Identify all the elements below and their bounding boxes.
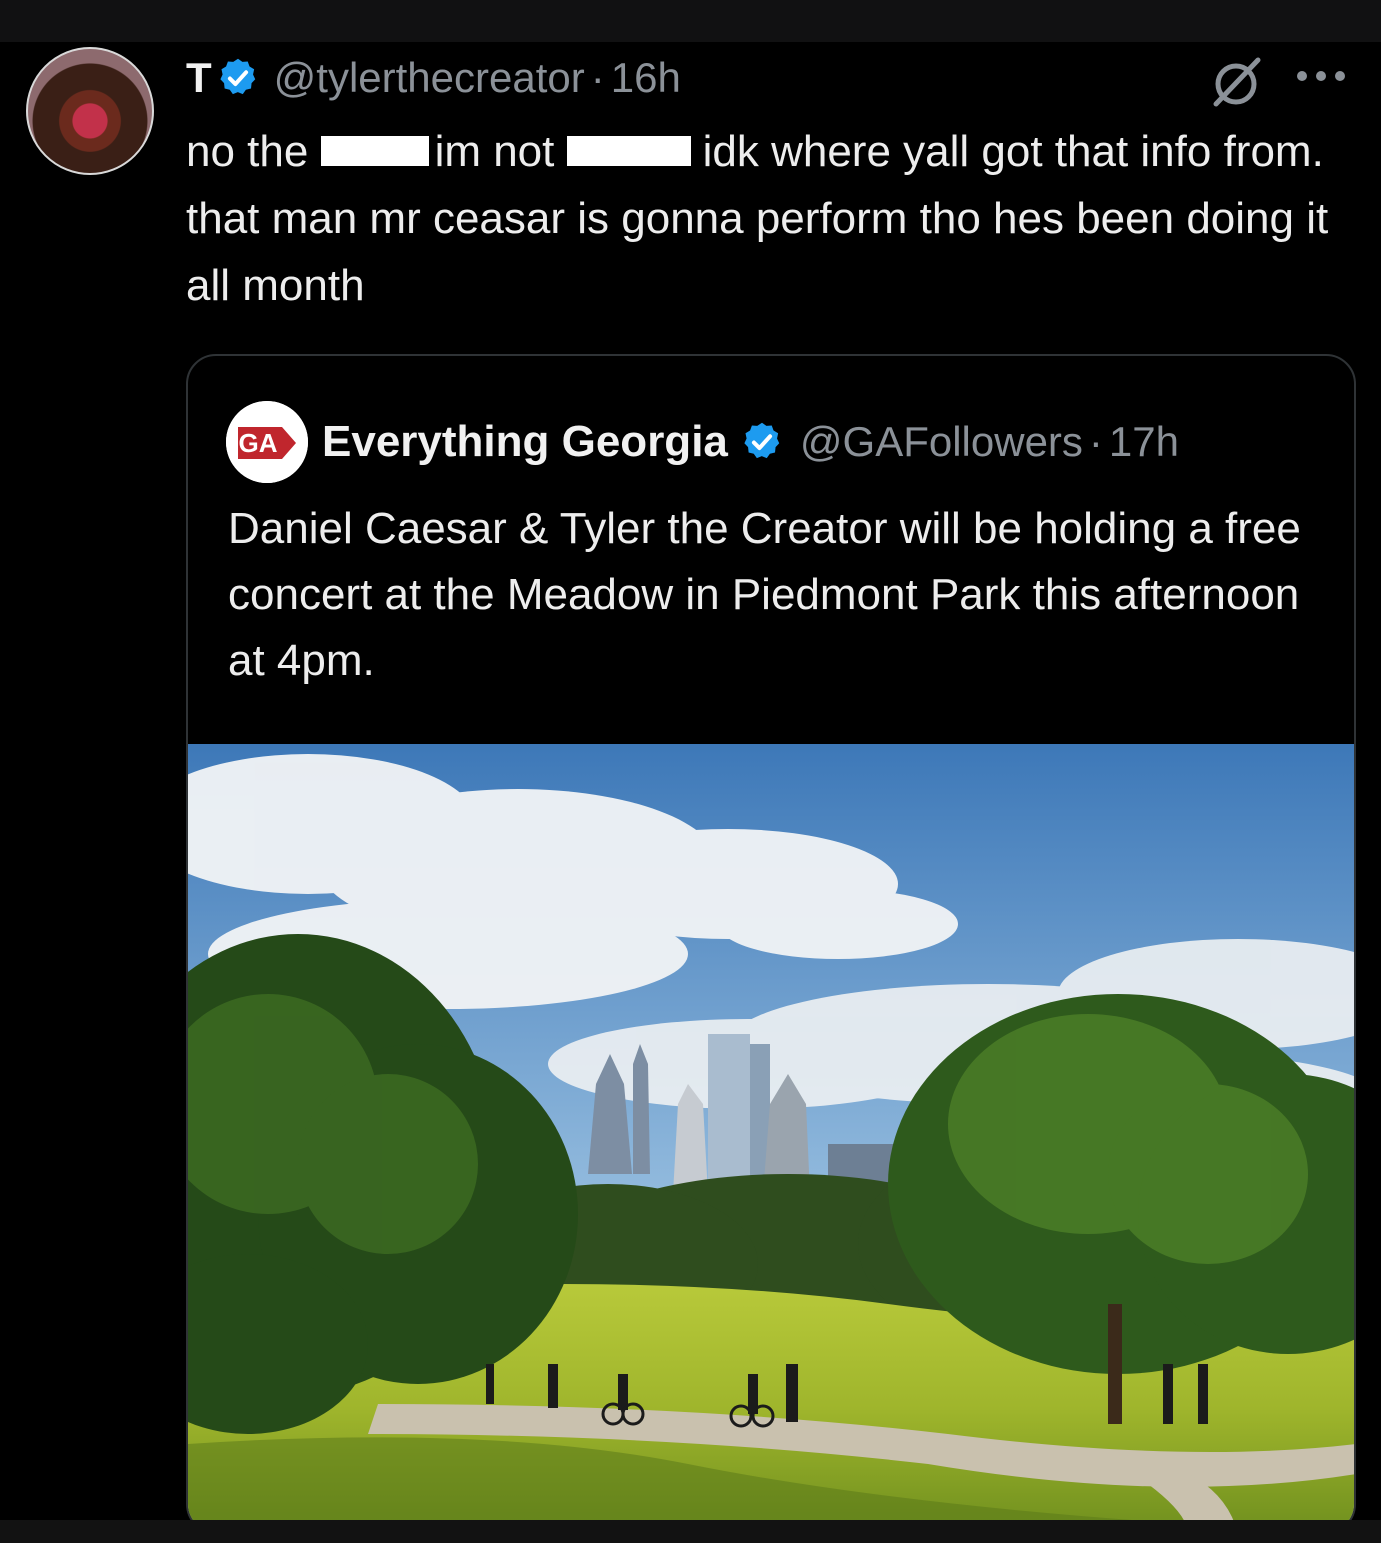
- author-name[interactable]: T: [186, 54, 212, 102]
- timestamp[interactable]: 16h: [611, 54, 681, 102]
- bottom-bar: [0, 1520, 1381, 1543]
- redaction-block: [320, 136, 429, 166]
- separator: ·: [590, 54, 605, 101]
- tweet-text-part: no the: [186, 127, 321, 176]
- more-options-icon[interactable]: [1294, 62, 1348, 90]
- author-avatar[interactable]: [26, 47, 154, 175]
- quoted-tweet[interactable]: GA Everything Georgia @GAFollowers · 17h…: [186, 354, 1356, 1534]
- separator: ·: [1088, 418, 1103, 465]
- tweet-text: no the im not idk where yall got that in…: [186, 118, 1346, 319]
- georgia-logo-icon: GA: [226, 401, 308, 483]
- tweet-text-part: im not: [434, 127, 567, 176]
- quoted-author-handle[interactable]: @GAFollowers: [800, 418, 1083, 466]
- top-bar: [0, 0, 1381, 42]
- quoted-author-name[interactable]: Everything Georgia: [322, 417, 728, 467]
- quoted-timestamp[interactable]: 17h: [1109, 418, 1179, 466]
- grok-icon[interactable]: [1206, 52, 1266, 112]
- quoted-author-avatar[interactable]: GA: [226, 401, 308, 483]
- author-handle[interactable]: @tylerthecreator: [274, 54, 585, 102]
- quoted-tweet-text: Daniel Caesar & Tyler the Creator will b…: [228, 504, 1301, 685]
- verified-badge-icon: [744, 422, 780, 459]
- redaction-block: [566, 136, 691, 166]
- logo-text: GA: [239, 428, 278, 458]
- tweet-header: T @tylerthecreator · 16h: [186, 54, 681, 102]
- verified-badge-icon: [220, 58, 255, 95]
- quoted-tweet-photo[interactable]: [188, 744, 1356, 1534]
- quoted-tweet-header: GA Everything Georgia @GAFollowers · 17h: [226, 401, 1179, 483]
